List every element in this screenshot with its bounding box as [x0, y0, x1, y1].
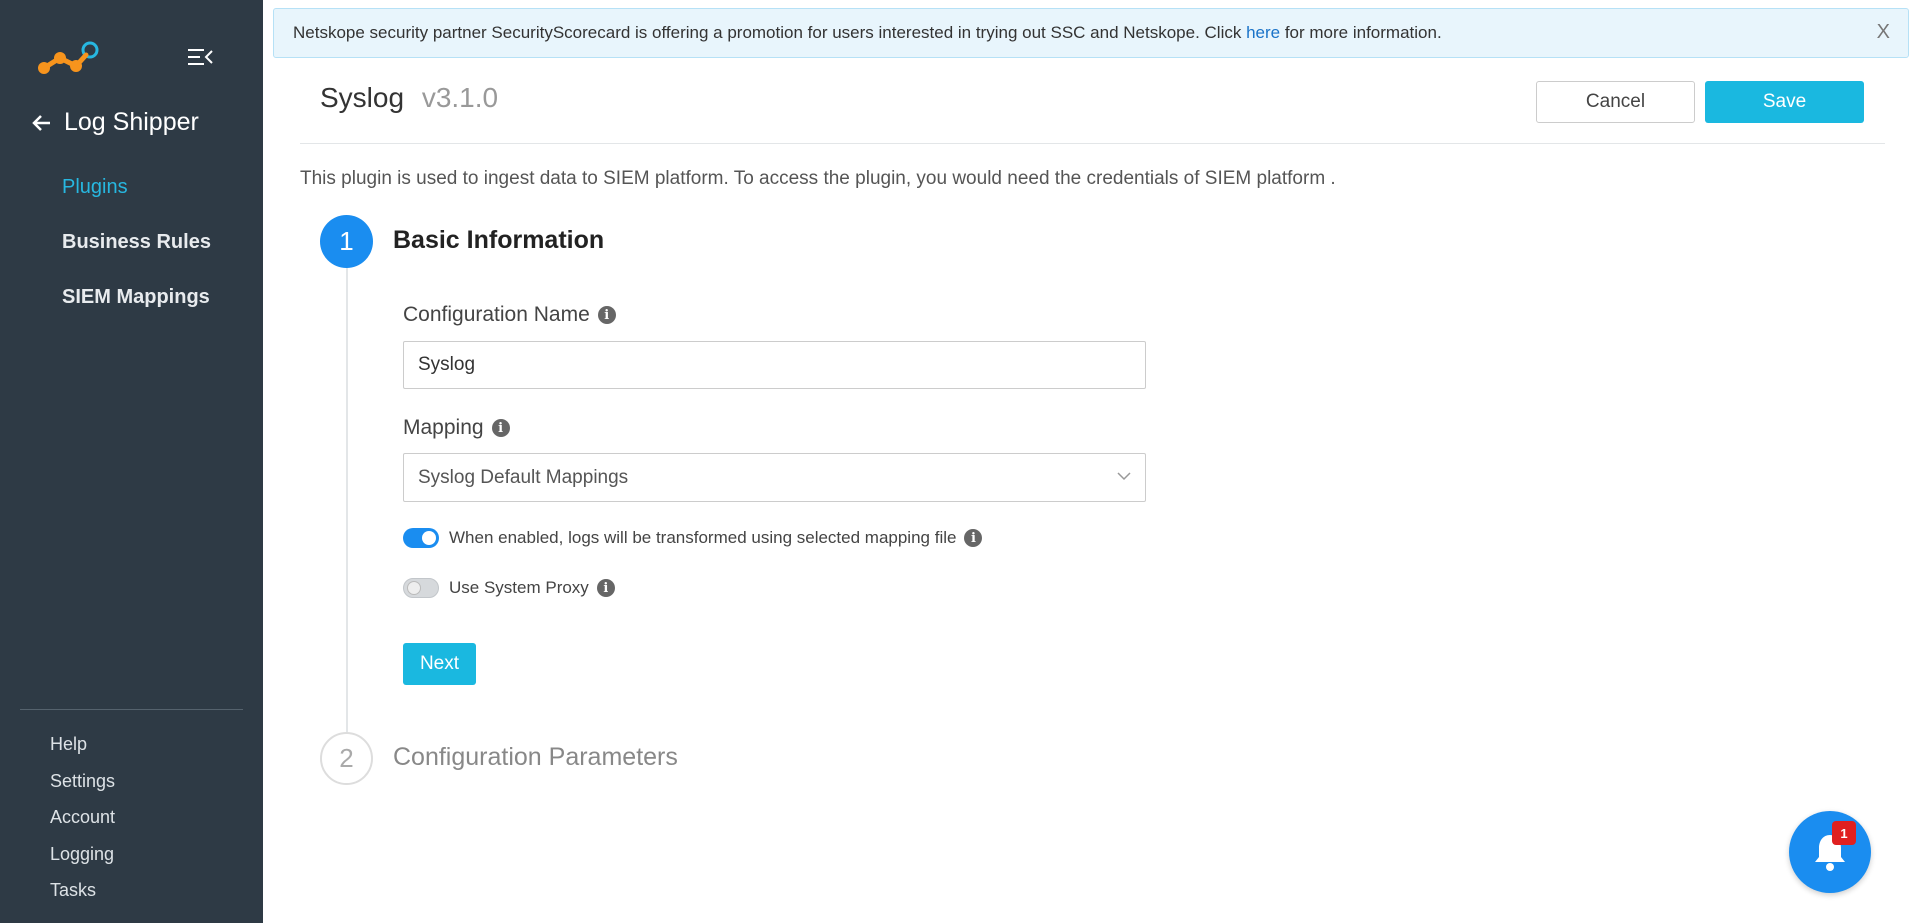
- sidebar-item-account[interactable]: Account: [50, 803, 115, 840]
- banner-link[interactable]: here: [1246, 23, 1280, 43]
- cancel-button[interactable]: Cancel: [1536, 81, 1695, 123]
- mapping-select[interactable]: Syslog Default Mappings: [403, 453, 1146, 502]
- plugin-version: v3.1.0: [421, 82, 499, 113]
- sidebar-nav: Plugins Business Rules SIEM Mappings: [62, 170, 211, 335]
- section-title: Log Shipper: [64, 108, 199, 136]
- promo-banner: Netskope security partner SecurityScorec…: [273, 8, 1909, 58]
- sidebar-bottom-nav: Help Settings Account Logging Tasks: [50, 730, 115, 913]
- proxy-toggle-label: Use System Proxy: [449, 578, 589, 597]
- notifications-button[interactable]: 1: [1789, 811, 1871, 893]
- step-2-title[interactable]: Configuration Parameters: [393, 743, 678, 772]
- sidebar-item-settings[interactable]: Settings: [50, 767, 115, 804]
- mapping-label-text: Mapping: [403, 416, 484, 439]
- config-name-label-text: Configuration Name: [403, 303, 590, 326]
- collapse-sidebar-icon[interactable]: [186, 46, 214, 68]
- notification-count-badge: 1: [1832, 821, 1856, 845]
- step-2-indicator: 2: [320, 732, 373, 785]
- info-icon[interactable]: i: [596, 579, 615, 597]
- config-name-label: Configuration Name i: [403, 303, 616, 327]
- info-icon[interactable]: i: [491, 419, 510, 437]
- sidebar-divider: [20, 709, 243, 710]
- info-icon[interactable]: i: [597, 306, 616, 324]
- sidebar-item-logging[interactable]: Logging: [50, 840, 115, 877]
- proxy-toggle-row: Use System Proxy i: [403, 578, 615, 598]
- sidebar: Log Shipper Plugins Business Rules SIEM …: [0, 0, 263, 923]
- transform-toggle[interactable]: [403, 528, 439, 548]
- plugin-description: This plugin is used to ingest data to SI…: [300, 168, 1336, 189]
- step-1-indicator: 1: [320, 215, 373, 268]
- sidebar-item-business-rules[interactable]: Business Rules: [62, 225, 211, 280]
- proxy-toggle[interactable]: [403, 578, 439, 598]
- banner-close-button[interactable]: X: [1877, 21, 1890, 44]
- transform-toggle-row: When enabled, logs will be transformed u…: [403, 528, 983, 548]
- info-icon[interactable]: i: [964, 529, 983, 547]
- save-button[interactable]: Save: [1705, 81, 1864, 123]
- toggle-knob: [422, 531, 436, 545]
- banner-text-after: for more information.: [1280, 23, 1442, 42]
- banner-text-before: Netskope security partner SecurityScorec…: [293, 23, 1247, 42]
- next-button[interactable]: Next: [403, 643, 476, 685]
- arrow-left-icon: [32, 114, 50, 131]
- page-title: Syslog v3.1.0: [320, 82, 498, 114]
- mapping-selected-value: Syslog Default Mappings: [418, 466, 629, 488]
- config-name-input[interactable]: [403, 341, 1146, 389]
- mapping-label: Mapping i: [403, 416, 510, 440]
- header-divider: [300, 143, 1885, 144]
- plugin-name: Syslog: [320, 82, 405, 113]
- back-to-log-shipper[interactable]: Log Shipper: [30, 108, 199, 137]
- sidebar-item-siem-mappings[interactable]: SIEM Mappings: [62, 280, 211, 335]
- sidebar-item-help[interactable]: Help: [50, 730, 115, 767]
- sidebar-item-plugins[interactable]: Plugins: [62, 170, 211, 225]
- netskope-logo[interactable]: [36, 40, 100, 76]
- transform-toggle-label: When enabled, logs will be transformed u…: [449, 528, 957, 547]
- toggle-knob: [407, 581, 421, 595]
- sidebar-item-tasks[interactable]: Tasks: [50, 876, 115, 913]
- step-connector: [346, 265, 348, 735]
- step-1-title: Basic Information: [393, 226, 605, 254]
- chevron-down-icon: [1117, 472, 1131, 481]
